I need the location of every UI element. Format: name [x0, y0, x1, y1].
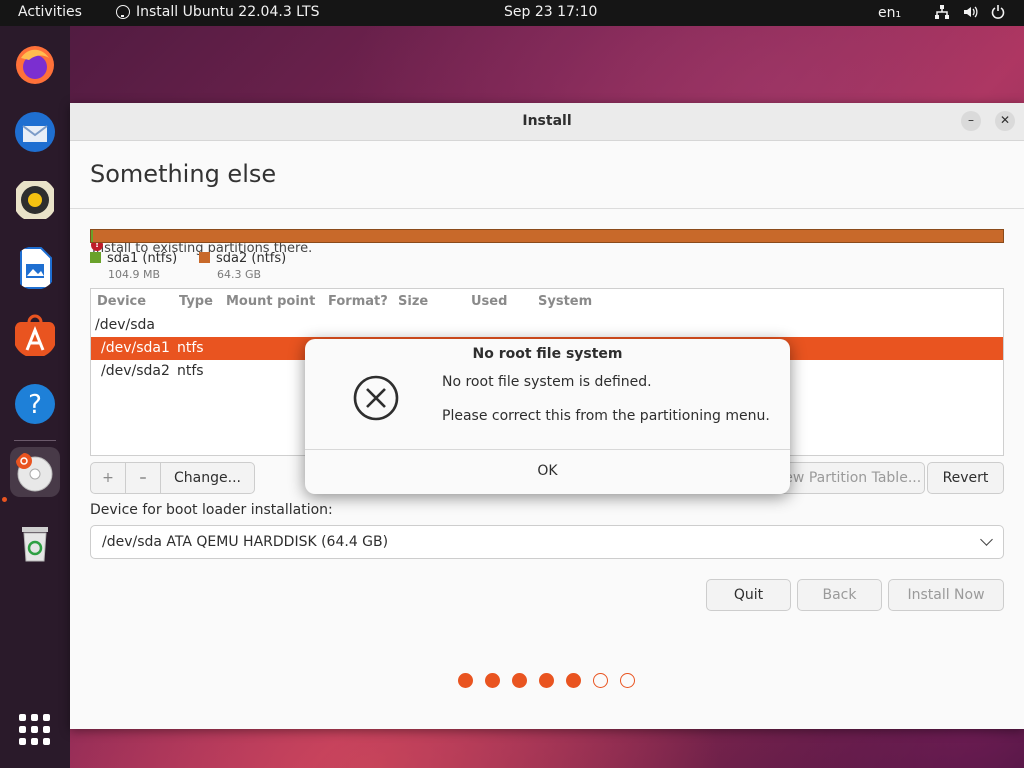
- network-icon: [934, 4, 950, 20]
- remove-partition-button[interactable]: –: [125, 462, 161, 494]
- error-circle-x-icon: [353, 375, 399, 421]
- dialog-detail: Please correct this from the partitionin…: [442, 408, 770, 424]
- app-center-icon: [15, 314, 55, 356]
- legend-swatch-green: [90, 252, 101, 263]
- close-button[interactable]: ✕: [995, 111, 1015, 131]
- dock-separator: [14, 440, 56, 441]
- table-row[interactable]: /dev/sda: [91, 314, 1003, 337]
- dock-thunderbird[interactable]: [10, 107, 60, 157]
- column-header-device[interactable]: Device: [97, 294, 146, 309]
- installer-icon: [16, 453, 53, 492]
- running-indicator: [2, 497, 7, 502]
- dock-help[interactable]: ?: [10, 379, 60, 429]
- page-title: Something else: [90, 160, 277, 188]
- dock-app-center[interactable]: [10, 311, 60, 361]
- column-header-system[interactable]: System: [538, 294, 592, 309]
- dock-firefox[interactable]: [10, 39, 60, 89]
- boot-loader-select[interactable]: /dev/sda ATA QEMU HARDDISK (64.4 GB): [90, 525, 1004, 559]
- app-menu-title: Install Ubuntu 22.04.3 LTS: [136, 4, 320, 20]
- libreoffice-impress-icon: [20, 247, 52, 289]
- legend-label: sda1 (ntfs): [107, 251, 178, 266]
- partition-bar-sda1: [91, 230, 93, 242]
- install-now-button[interactable]: Install Now: [888, 579, 1004, 611]
- progress-dot-complete: [539, 673, 554, 688]
- dialog-message: No root file system is defined.: [442, 374, 652, 390]
- svg-text:?: ?: [28, 390, 42, 420]
- boot-loader-value: /dev/sda ATA QEMU HARDDISK (64.4 GB): [102, 534, 389, 550]
- device-cell: /dev/sda2: [101, 363, 170, 379]
- dock: ?: [0, 26, 70, 768]
- legend-swatch-orange: [199, 252, 210, 263]
- dock-rhythmbox[interactable]: [10, 175, 60, 225]
- show-apps-icon[interactable]: [19, 714, 51, 746]
- revert-button[interactable]: Revert: [927, 462, 1004, 494]
- legend-sda1: sda1 (ntfs) 104.9 MB: [90, 251, 178, 281]
- dock-trash[interactable]: [10, 518, 60, 568]
- system-tray[interactable]: [934, 4, 1006, 20]
- legend-label: sda2 (ntfs): [216, 251, 287, 266]
- column-header-used[interactable]: Used: [471, 294, 507, 309]
- error-dialog: No root file system No root file system …: [305, 339, 790, 494]
- window-title: Install: [522, 113, 572, 129]
- dialog-title: No root file system: [472, 346, 623, 362]
- quit-button[interactable]: Quit: [706, 579, 791, 611]
- rhythmbox-icon: [16, 181, 54, 219]
- change-partition-button[interactable]: Change...: [160, 462, 255, 494]
- progress-dot-pending: [593, 673, 608, 688]
- input-language-indicator[interactable]: en₁: [878, 5, 901, 21]
- ok-button[interactable]: OK: [305, 450, 790, 494]
- boot-loader-label: Device for boot loader installation:: [90, 502, 333, 518]
- legend-sda2: sda2 (ntfs) 64.3 GB: [199, 251, 287, 281]
- firefox-icon: [16, 46, 54, 84]
- back-button[interactable]: Back: [797, 579, 882, 611]
- progress-dot-complete: [485, 673, 500, 688]
- download-icon: [116, 5, 130, 19]
- new-partition-table-button[interactable]: New Partition Table...: [770, 462, 925, 494]
- device-cell: /dev/sda: [95, 317, 155, 333]
- chevron-down-icon: [980, 533, 993, 546]
- clock[interactable]: Sep 23 17:10: [504, 4, 597, 20]
- type-cell: ntfs: [177, 363, 204, 379]
- activities-button[interactable]: Activities: [18, 4, 82, 20]
- header-divider: [70, 208, 1024, 209]
- dock-libreoffice-impress[interactable]: [10, 243, 60, 293]
- progress-dot-complete: [512, 673, 527, 688]
- app-menu[interactable]: Install Ubuntu 22.04.3 LTS: [116, 4, 319, 20]
- volume-icon: [962, 4, 978, 20]
- thunderbird-icon: [15, 112, 55, 152]
- legend-size: 64.3 GB: [217, 268, 262, 281]
- progress-dot-pending: [620, 673, 635, 688]
- power-icon: [990, 4, 1006, 20]
- dock-installer[interactable]: [10, 447, 60, 497]
- help-icon: ?: [15, 384, 55, 424]
- top-bar: Activities Install Ubuntu 22.04.3 LTS Se…: [0, 0, 1024, 26]
- column-header-mount-point[interactable]: Mount point: [226, 294, 315, 309]
- progress-dots: [458, 673, 635, 688]
- column-header-type[interactable]: Type: [179, 294, 213, 309]
- type-cell: ntfs: [177, 340, 204, 356]
- progress-dot-complete: [566, 673, 581, 688]
- column-header-size[interactable]: Size: [398, 294, 428, 309]
- trash-icon: [22, 527, 48, 562]
- progress-dot-complete: [458, 673, 473, 688]
- partition-bar: [90, 229, 1004, 243]
- add-partition-button[interactable]: +: [90, 462, 126, 494]
- minimize-button[interactable]: –: [961, 111, 981, 131]
- window-titlebar[interactable]: Install – ✕: [70, 103, 1024, 141]
- column-header-format[interactable]: Format?: [328, 294, 388, 309]
- legend-size: 104.9 MB: [108, 268, 161, 281]
- device-cell: /dev/sda1: [101, 340, 170, 356]
